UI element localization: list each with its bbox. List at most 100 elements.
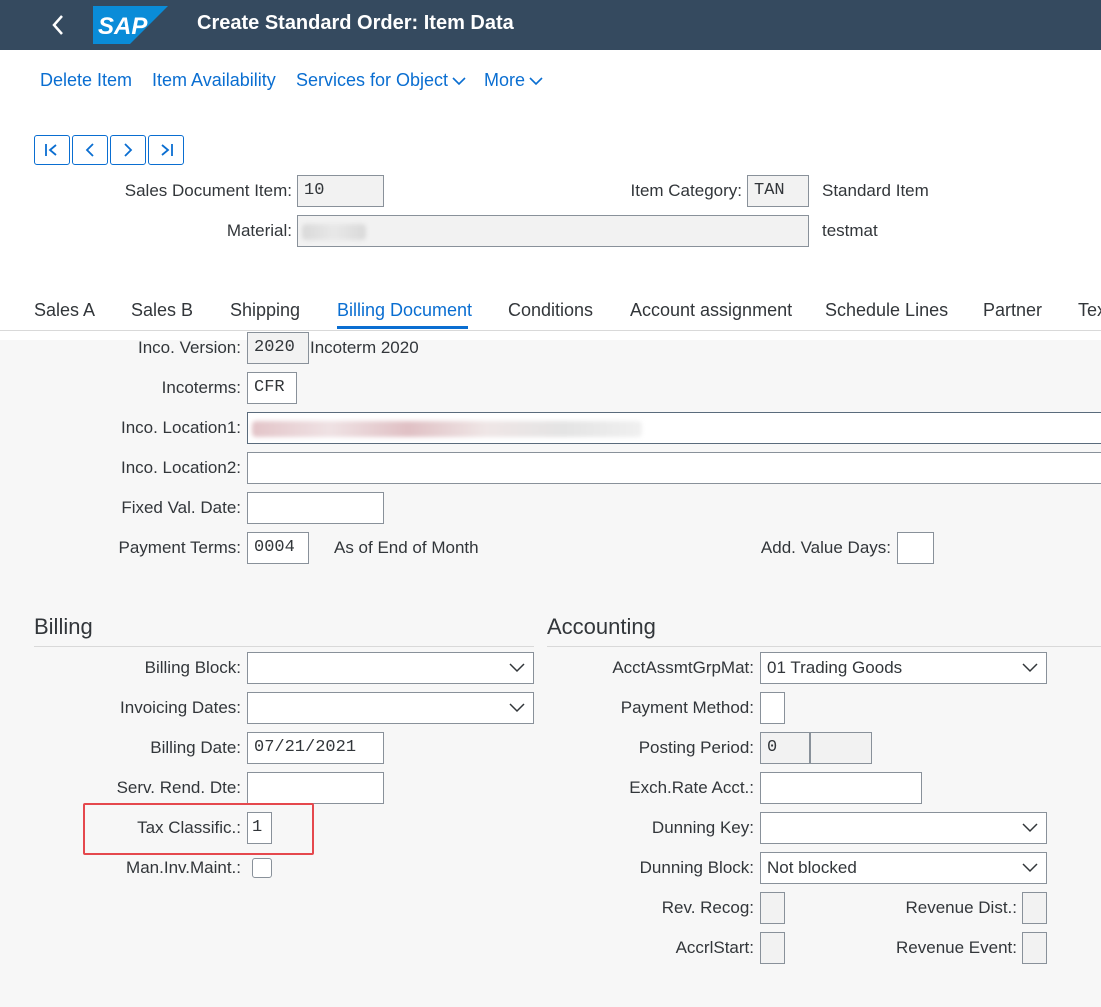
inco-location2-label: Inco. Location2: [120,458,241,477]
rev-recog-label: Rev. Recog: [661,898,754,917]
delete-item-button[interactable]: Delete Item [40,70,132,91]
billing-date-field[interactable]: 07/21/2021 [247,732,384,764]
material-text: testmat [822,221,878,240]
next-item-button[interactable] [110,135,146,165]
man-inv-maint-checkbox[interactable] [252,858,272,878]
chevron-down-icon [509,663,525,673]
billing-section-title: Billing [34,614,93,639]
revenue-event-field[interactable] [1022,932,1047,964]
revenue-dist-field[interactable] [1022,892,1047,924]
last-item-button[interactable] [148,135,184,165]
services-for-object-button[interactable]: Services for Object [296,70,466,91]
add-value-days-field[interactable] [897,532,934,564]
tab-bar: Sales A Sales B Shipping Billing Documen… [0,290,1101,331]
dunning-block-value: Not blocked [767,858,857,877]
accounting-section-title: Accounting [547,614,656,639]
next-icon [124,143,133,157]
chevron-down-icon [529,77,543,86]
item-category-text: Standard Item [822,181,929,200]
exch-rate-field[interactable] [760,772,922,804]
fixed-val-date-label: Fixed Val. Date: [121,498,241,517]
revenue-dist-label: Revenue Dist.: [905,898,1018,917]
highlight-box [83,803,314,855]
first-item-button[interactable] [34,135,70,165]
rev-recog-field[interactable] [760,892,785,924]
exch-rate-label: Exch.Rate Acct.: [629,778,754,797]
tab-account-assignment[interactable]: Account assignment [630,300,792,321]
posting-period-field[interactable]: 0 [760,732,810,764]
chevron-down-icon [452,77,466,86]
dunning-block-select[interactable]: Not blocked [760,852,1047,884]
tab-texts[interactable]: Texts [1078,300,1101,321]
material-label: Material: [226,221,292,240]
back-button[interactable] [44,10,72,40]
material-field[interactable] [297,215,809,247]
tab-conditions[interactable]: Conditions [508,300,593,321]
incoterms-field[interactable]: CFR [247,372,297,404]
inco-location1-label: Inco. Location1: [120,418,241,437]
tab-partner[interactable]: Partner [983,300,1042,321]
tab-sales-a[interactable]: Sales A [34,300,95,321]
billing-divider [34,646,534,647]
inco-location1-field[interactable] [247,412,1101,444]
redacted-blur [252,421,642,437]
services-for-object-label: Services for Object [296,70,449,90]
serv-rend-dte-field[interactable] [247,772,384,804]
chevron-down-icon [509,703,525,713]
previous-item-button[interactable] [72,135,108,165]
payment-terms-label: Payment Terms: [118,538,241,557]
item-availability-button[interactable]: Item Availability [152,70,276,91]
serv-rend-dte-label: Serv. Rend. Dte: [116,778,241,797]
chevron-down-icon [1022,823,1038,833]
accrl-start-field[interactable] [760,932,785,964]
acct-assmt-select[interactable]: 01 Trading Goods [760,652,1047,684]
chevron-down-icon [1022,663,1038,673]
tab-sales-b[interactable]: Sales B [131,300,193,321]
last-page-icon [161,144,173,156]
dunning-key-label: Dunning Key: [651,818,754,837]
payment-terms-text: As of End of Month [334,538,479,557]
accounting-divider [547,646,1101,647]
dunning-block-label: Dunning Block: [639,858,754,877]
revenue-event-label: Revenue Event: [896,938,1017,957]
chevron-down-icon [1022,863,1038,873]
svg-text:SAP: SAP [98,13,148,40]
inco-version-label: Inco. Version: [137,338,241,357]
incoterms-label: Incoterms: [161,378,241,397]
billing-block-select[interactable] [247,652,534,684]
shell-bar: SAP Create Standard Order: Item Data [0,0,1101,50]
more-button[interactable]: More [484,70,543,91]
inco-location2-field[interactable] [247,452,1101,484]
redacted-blur [302,224,366,240]
first-page-icon [45,144,57,156]
posting-period-label: Posting Period: [638,738,754,757]
man-inv-maint-label: Man.Inv.Maint.: [126,858,241,877]
tab-billing-document[interactable]: Billing Document [337,300,472,321]
sap-logo: SAP [93,6,168,44]
inco-version-field[interactable]: 2020 [247,332,309,364]
sales-doc-item-field[interactable]: 10 [297,175,384,207]
payment-method-field[interactable] [760,692,785,724]
posting-period-year-field[interactable] [810,732,872,764]
inco-version-text: Incoterm 2020 [310,338,419,357]
invoicing-dates-label: Invoicing Dates: [120,698,241,717]
active-tab-indicator [337,326,468,329]
more-label: More [484,70,526,90]
chevron-left-icon [52,15,63,35]
dunning-key-select[interactable] [760,812,1047,844]
invoicing-dates-select[interactable] [247,692,534,724]
acct-assmt-label: AcctAssmtGrpMat: [612,658,754,677]
fixed-val-date-field[interactable] [247,492,384,524]
billing-date-label: Billing Date: [150,738,241,757]
sales-doc-item-label: Sales Document Item: [124,181,292,200]
tab-schedule-lines[interactable]: Schedule Lines [825,300,948,321]
acct-assmt-value: 01 Trading Goods [767,658,903,677]
tab-shipping[interactable]: Shipping [230,300,300,321]
previous-icon [85,143,94,157]
accrl-start-label: AccrlStart: [675,938,754,957]
item-category-label: Item Category: [630,181,743,200]
item-category-field[interactable]: TAN [747,175,809,207]
payment-method-label: Payment Method: [620,698,754,717]
page-title: Create Standard Order: Item Data [197,12,514,34]
payment-terms-field[interactable]: 0004 [247,532,309,564]
